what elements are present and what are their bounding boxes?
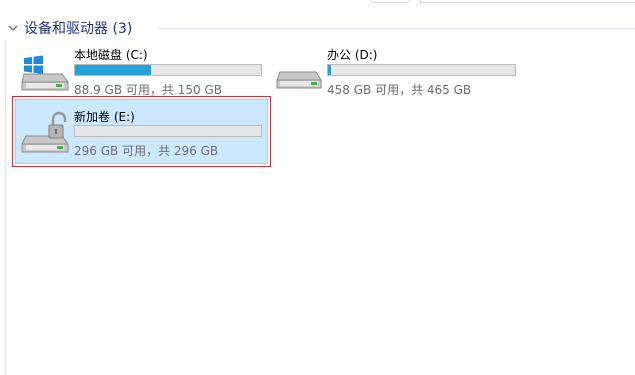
- windows-system-drive-icon: [21, 55, 69, 91]
- drive-usage-bar: [327, 64, 516, 76]
- pane-divider: [5, 40, 6, 375]
- drive-usage-fill: [328, 65, 331, 75]
- drive-name: 办公 (D:): [327, 48, 378, 62]
- highlight-frame: [12, 96, 271, 167]
- drive-item-c[interactable]: 本地磁盘 (C:) 88.9 GB 可用，共 150 GB: [18, 44, 268, 98]
- group-header-label: 设备和驱动器 (3): [24, 21, 133, 37]
- drive-name: 本地磁盘 (C:): [74, 48, 148, 62]
- drive-usage-fill: [75, 65, 151, 75]
- search-box-fragment[interactable]: [420, 0, 635, 3]
- toolbar-button-fragment[interactable]: [370, 0, 410, 3]
- group-header-devices[interactable]: 设备和驱动器 (3): [7, 17, 635, 39]
- group-header-rule: [159, 28, 635, 29]
- drive-item-d[interactable]: 办公 (D:) 458 GB 可用，共 465 GB: [272, 44, 522, 98]
- drive-space-info: 458 GB 可用，共 465 GB: [327, 83, 472, 97]
- chevron-down-icon[interactable]: [7, 22, 19, 34]
- hard-drive-icon: [276, 71, 322, 89]
- toolbar-fragment: [0, 0, 635, 6]
- drive-usage-bar: [74, 64, 262, 76]
